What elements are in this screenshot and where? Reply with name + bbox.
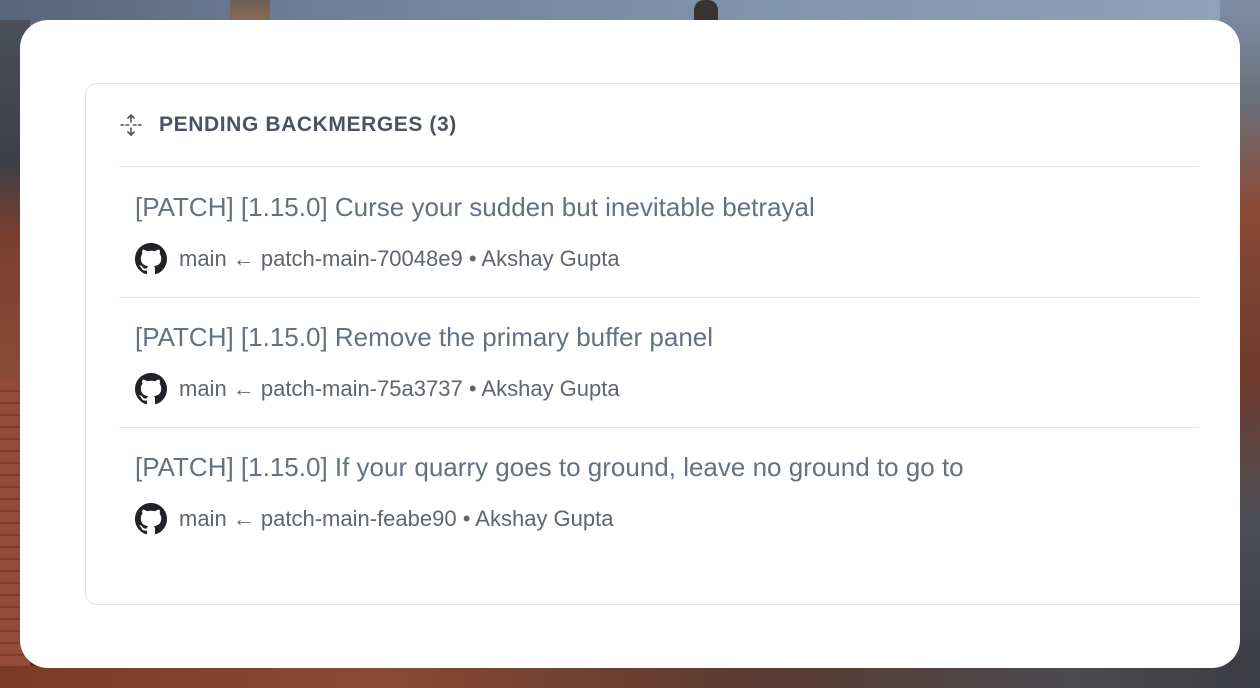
panel-header: PENDING BACKMERGES (3) xyxy=(119,84,1199,167)
backmerge-item[interactable]: [PATCH] [1.15.0] Curse your sudden but i… xyxy=(119,168,1199,298)
merge-vertical-icon xyxy=(119,113,143,137)
backmerge-branch-author: main ← patch-main-75a3737 • Akshay Gupta xyxy=(179,376,620,401)
background-sky xyxy=(0,0,1260,22)
window: PENDING BACKMERGES (3) [PATCH] [1.15.0] … xyxy=(20,20,1240,668)
backmerge-branch-author: main ← patch-main-70048e9 • Akshay Gupta xyxy=(179,246,620,271)
background-spire xyxy=(694,0,718,20)
github-icon xyxy=(135,503,167,535)
background-chimney xyxy=(230,0,270,20)
pending-backmerges-panel: PENDING BACKMERGES (3) [PATCH] [1.15.0] … xyxy=(85,83,1240,605)
background-ground xyxy=(0,666,1260,688)
github-icon xyxy=(135,243,167,275)
backmerge-title[interactable]: [PATCH] [1.15.0] Curse your sudden but i… xyxy=(135,192,815,223)
backmerge-item[interactable]: [PATCH] [1.15.0] If your quarry goes to … xyxy=(119,428,1199,558)
backmerge-meta: main ← patch-main-feabe90 • Akshay Gupta xyxy=(135,502,614,536)
backmerge-item[interactable]: [PATCH] [1.15.0] Remove the primary buff… xyxy=(119,298,1199,428)
backmerge-meta: main ← patch-main-70048e9 • Akshay Gupta xyxy=(135,242,620,276)
backmerge-meta: main ← patch-main-75a3737 • Akshay Gupta xyxy=(135,372,620,406)
github-icon xyxy=(135,373,167,405)
backmerge-title[interactable]: [PATCH] [1.15.0] If your quarry goes to … xyxy=(135,452,964,483)
backmerge-branch-author: main ← patch-main-feabe90 • Akshay Gupta xyxy=(179,506,614,531)
panel-title: PENDING BACKMERGES (3) xyxy=(159,113,457,136)
backmerge-title[interactable]: [PATCH] [1.15.0] Remove the primary buff… xyxy=(135,322,713,353)
